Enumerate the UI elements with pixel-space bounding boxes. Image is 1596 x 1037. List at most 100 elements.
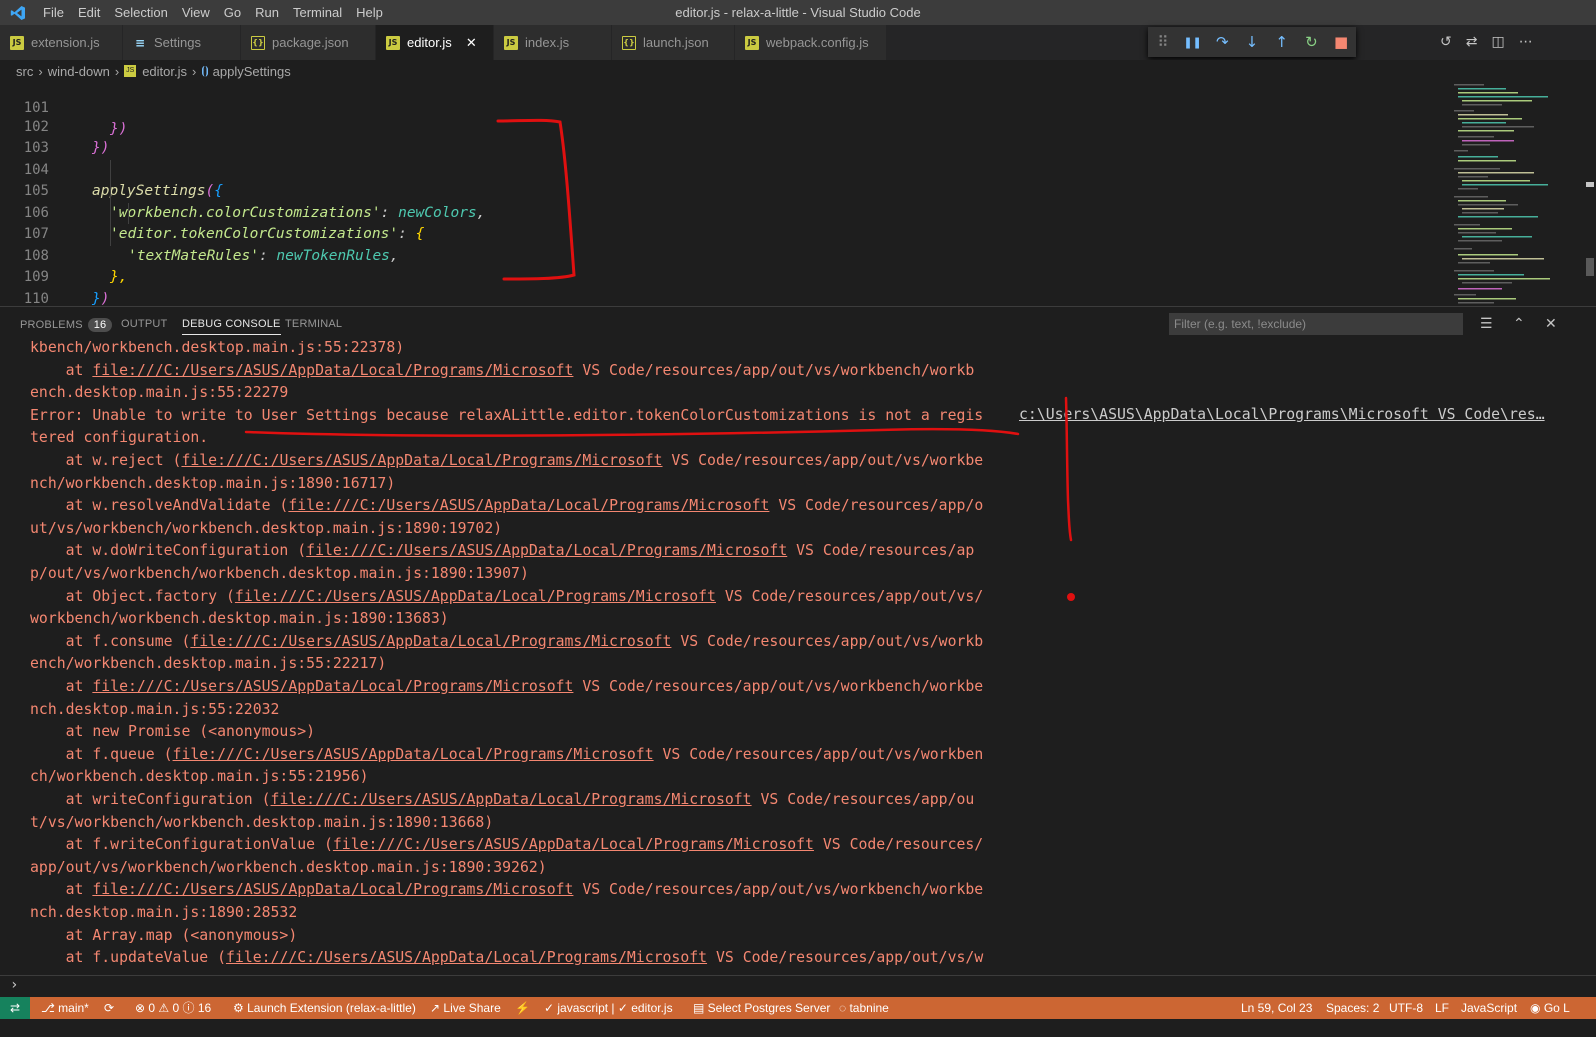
stack-frame-link[interactable]: file:///C:/Users/ASUS/AppData/Local/Prog… (235, 588, 716, 605)
tab-package-json[interactable]: {} package.json (241, 25, 376, 60)
console-line: at w.resolveAndValidate (file:///C:/User… (30, 495, 984, 518)
stack-frame-link[interactable]: file:///C:/Users/ASUS/AppData/Local/Prog… (92, 881, 573, 898)
console-text: at Object.factory ( (30, 587, 235, 605)
launch-config-status[interactable]: ⚙ Launch Extension (relax-a-little) (233, 997, 416, 1019)
menu-view[interactable]: View (175, 0, 217, 25)
breadcrumb-src[interactable]: src (16, 64, 33, 79)
source-location-link[interactable]: c:\Users\ASUS\AppData\Local\Programs\Mic… (1019, 404, 1545, 427)
breadcrumb-editor-js[interactable]: editor.js (142, 64, 187, 79)
tab-index-js[interactable]: JS index.js (494, 25, 612, 60)
menu-terminal[interactable]: Terminal (286, 0, 349, 25)
stack-frame-link[interactable]: file:///C:/Users/ASUS/AppData/Local/Prog… (173, 746, 654, 763)
pause-icon[interactable]: ❚❚ (1182, 36, 1204, 49)
minimap[interactable] (1450, 82, 1584, 306)
stack-frame-link[interactable]: file:///C:/Users/ASUS/AppData/Local/Prog… (190, 633, 671, 650)
tab-debug-console[interactable]: DEBUG CONSOLE (182, 318, 281, 335)
sync-icon[interactable]: ⟳ (104, 997, 114, 1019)
timeline-icon[interactable]: ↺ (1440, 34, 1452, 50)
step-out-icon[interactable]: ↑ (1271, 33, 1293, 51)
tab-settings[interactable]: ≡ Settings (123, 25, 241, 60)
console-filter-input[interactable]: Filter (e.g. text, !exclude) (1169, 313, 1463, 335)
console-text: at w.reject ( (30, 452, 182, 469)
console-line: at f.updateValue (file:///C:/Users/ASUS/… (30, 947, 984, 970)
console-line: at file:///C:/Users/ASUS/AppData/Local/P… (30, 879, 984, 902)
console-input[interactable]: › (0, 975, 1596, 997)
scroll-position-marker (1586, 182, 1594, 187)
stack-frame-link[interactable]: file:///C:/Users/ASUS/AppData/Local/Prog… (92, 678, 573, 695)
stack-frame-link[interactable]: file:///C:/Users/ASUS/AppData/Local/Prog… (306, 542, 787, 559)
menu-edit[interactable]: Edit (71, 0, 107, 25)
scroll-thumb[interactable] (1586, 258, 1594, 276)
menu-go[interactable]: Go (217, 0, 248, 25)
tab-terminal[interactable]: TERMINAL (285, 318, 342, 330)
editor-tab-bar: JS extension.js ≡ Settings {} package.js… (0, 25, 1596, 60)
branch-icon: ⎇ (41, 1001, 59, 1015)
stack-frame-link[interactable]: file:///C:/Users/ASUS/AppData/Local/Prog… (288, 497, 769, 514)
console-text: at (30, 361, 93, 379)
console-line: at file:///C:/Users/ASUS/AppData/Local/P… (30, 360, 975, 383)
stack-frame-link[interactable]: file:///C:/Users/ASUS/AppData/Local/Prog… (271, 791, 752, 808)
console-text: VS Code/resources/app/out/vs/ (715, 587, 984, 605)
tab-extension-js[interactable]: JS extension.js (0, 25, 123, 60)
stack-frame-link[interactable]: file:///C:/Users/ASUS/AppData/Local/Prog… (226, 949, 707, 966)
go-live-status[interactable]: ◉ Go L (1530, 997, 1570, 1019)
maximize-panel-icon[interactable]: ⌃ (1513, 315, 1525, 332)
language-mode-status[interactable]: JavaScript (1461, 997, 1517, 1019)
editor-scrollbar[interactable] (1584, 82, 1596, 306)
breadcrumb-apply-settings[interactable]: applySettings (213, 64, 291, 79)
stop-icon[interactable]: ■ (1330, 33, 1352, 51)
console-line: nch.desktop.main.js:55:22032 (30, 700, 280, 718)
console-line: workbench/workbench.desktop.main.js:1890… (30, 610, 449, 628)
tab-webpack-config-js[interactable]: JS webpack.config.js (735, 25, 887, 60)
compare-icon[interactable]: ⇄ (1466, 34, 1478, 50)
menu-help[interactable]: Help (349, 0, 390, 25)
indentation-status[interactable]: Spaces: 2 (1326, 997, 1379, 1019)
stack-frame-link[interactable]: file:///C:/Users/ASUS/AppData/Local/Prog… (92, 362, 573, 379)
drag-handle-icon[interactable]: ⠿ (1152, 33, 1174, 51)
step-over-icon[interactable]: ↷ (1211, 33, 1233, 51)
clear-console-icon[interactable]: ☰ (1480, 315, 1493, 332)
json-file-icon: {} (251, 35, 265, 50)
tab-label: editor.js (407, 35, 452, 50)
status-bar: ⇄ ⎇ main* ⟳ ⊗ 0 ⚠ 0 ⓘ 16 ⚙ Launch Extens… (0, 997, 1596, 1019)
problems-status[interactable]: ⊗ 0 ⚠ 0 ⓘ 16 (135, 997, 211, 1019)
code-line: 106 'editor.tokenColorCustomizations': { (23, 204, 425, 243)
menu-run[interactable]: Run (248, 0, 286, 25)
close-panel-icon[interactable]: ✕ (1545, 315, 1557, 332)
menu-file[interactable]: File (36, 0, 71, 25)
broadcast-icon: ◉ (1530, 1001, 1544, 1015)
bolt-icon[interactable]: ⚡ (515, 997, 530, 1019)
console-text: VS Code/resources/app/out/vs/w (707, 949, 984, 967)
chevron-right-icon: › (38, 63, 43, 79)
step-into-icon[interactable]: ↓ (1241, 33, 1263, 51)
tab-output[interactable]: OUTPUT (121, 318, 167, 330)
eol-status[interactable]: LF (1435, 997, 1449, 1019)
split-editor-icon[interactable]: ◫ (1491, 34, 1504, 50)
breadcrumb-wind-down[interactable]: wind-down (48, 64, 110, 79)
indent-guide (128, 203, 129, 224)
tab-label: extension.js (31, 35, 100, 50)
code-editor[interactable]: 101 }) 102 }) 103 104 applySettings({ 10… (0, 82, 1450, 307)
eslint-status[interactable]: ✓ javascript | ✓ editor.js (544, 997, 673, 1019)
code-line: 109 }) (23, 269, 110, 306)
restart-icon[interactable]: ↻ (1300, 33, 1322, 51)
close-icon[interactable]: ✕ (466, 35, 477, 51)
stack-frame-link[interactable]: file:///C:/Users/ASUS/AppData/Local/Prog… (333, 836, 814, 853)
console-text: at (30, 881, 93, 899)
more-actions-icon[interactable]: ⋯ (1519, 34, 1533, 50)
menu-selection[interactable]: Selection (107, 0, 174, 25)
branch-status[interactable]: ⎇ main* (41, 997, 89, 1019)
remote-icon[interactable]: ⇄ (0, 997, 30, 1019)
live-share-icon: ↗ (430, 1001, 444, 1015)
tabnine-status[interactable]: ◌ tabnine (839, 997, 889, 1019)
live-share-status[interactable]: ↗ Live Share (430, 997, 501, 1019)
stack-frame-link[interactable]: file:///C:/Users/ASUS/AppData/Local/Prog… (181, 452, 662, 469)
encoding-status[interactable]: UTF-8 (1389, 997, 1423, 1019)
postgres-status[interactable]: ▤ Select Postgres Server (693, 997, 830, 1019)
tab-editor-js[interactable]: JS editor.js ✕ (376, 25, 494, 60)
database-icon: ▤ (693, 1001, 708, 1015)
cursor-position-status[interactable]: Ln 59, Col 23 (1241, 997, 1312, 1019)
tab-problems[interactable]: PROBLEMS 16 (20, 318, 113, 332)
tab-launch-json[interactable]: {} launch.json (612, 25, 735, 60)
console-text: at w.resolveAndValidate ( (30, 497, 289, 515)
